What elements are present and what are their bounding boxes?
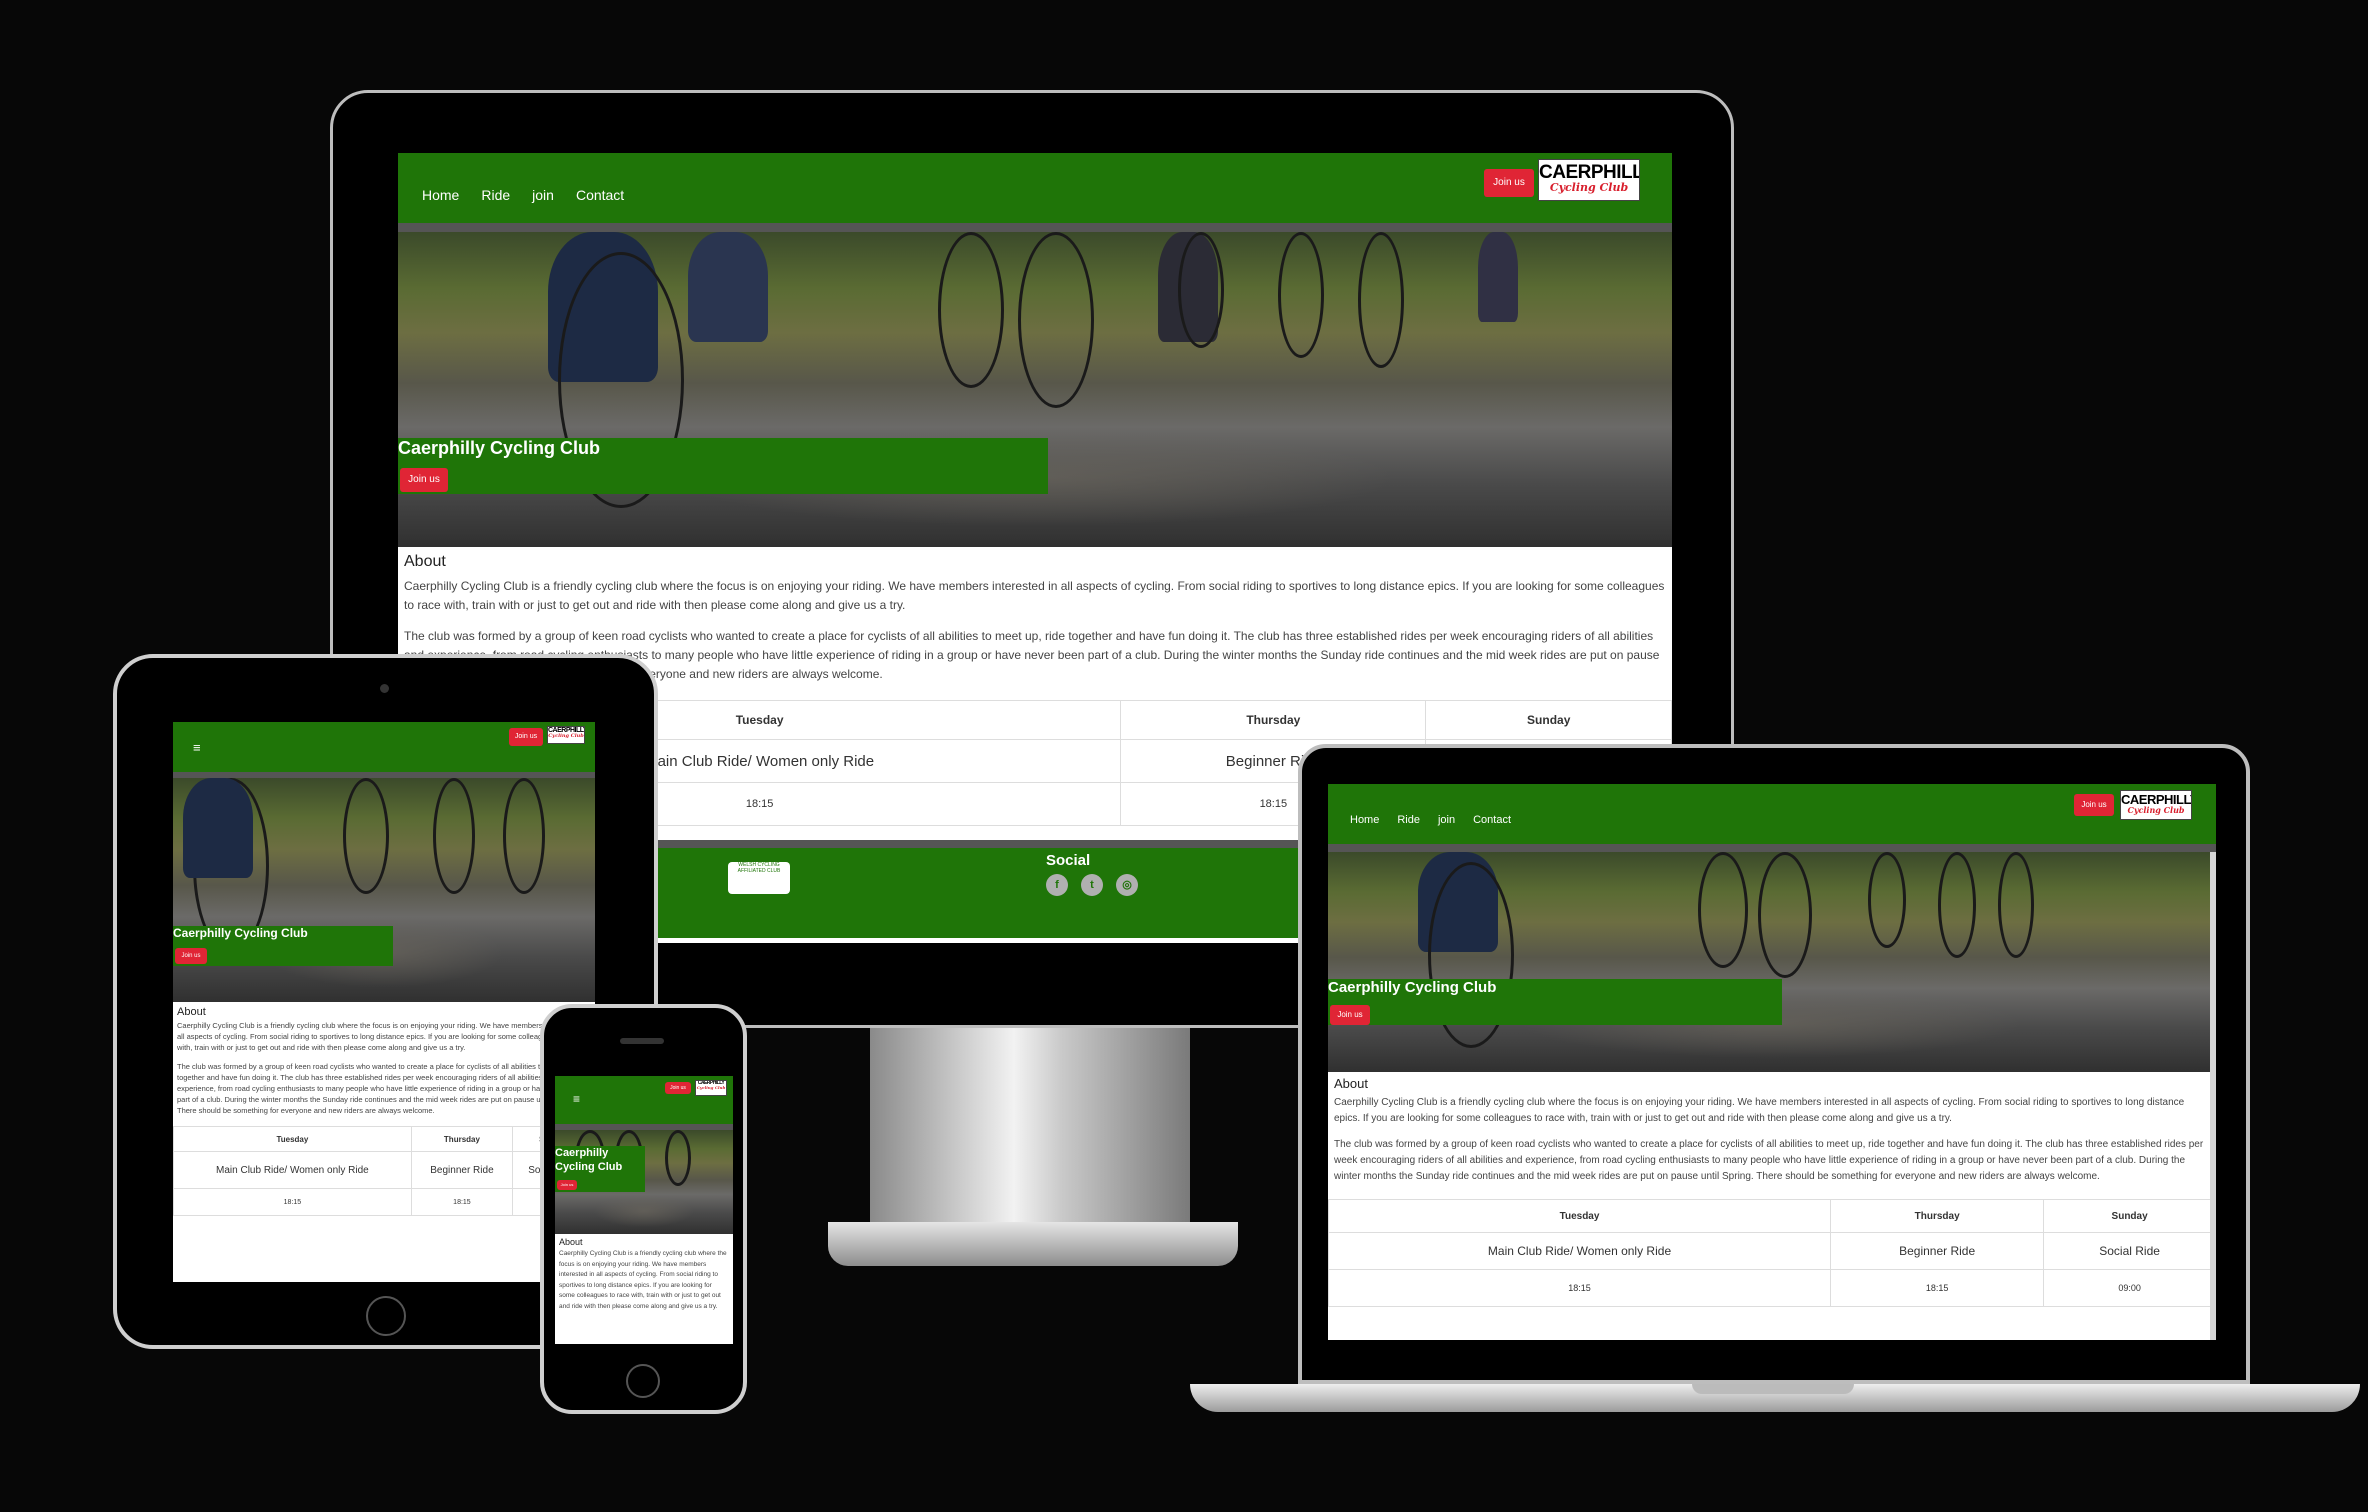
about-section: About Caerphilly Cycling Club is a frien…: [555, 1234, 733, 1312]
ride-time: 18:15: [410, 1188, 514, 1216]
phone-home-button[interactable]: [626, 1364, 660, 1398]
phone-screen: ≡ Join us CAERPHILLY Cycling Club Caerph…: [555, 1076, 733, 1344]
hero-banner: Caerphilly Cycling Club Join us: [173, 778, 595, 1002]
logo-text-sub: Cycling Club: [548, 733, 584, 739]
day-header-sunday: Sunday: [2043, 1199, 2216, 1233]
badge-text: WELSH CYCLING AFFILIATED CLUB: [737, 862, 781, 874]
nav-home-link[interactable]: Home: [422, 187, 459, 203]
hero-join-button[interactable]: Join us: [1330, 1005, 1370, 1025]
hero-banner: Caerphilly Cycling Club Join us: [555, 1130, 733, 1234]
hamburger-menu-icon[interactable]: ≡: [573, 1092, 580, 1106]
about-paragraph-1: Caerphilly Cycling Club is a friendly cy…: [559, 1250, 727, 1310]
hero-title: Caerphilly Cycling Club: [398, 438, 601, 458]
about-heading: About: [404, 553, 446, 570]
about-section: About Caerphilly Cycling Club is a frien…: [1328, 1072, 2216, 1185]
rides-table: Tuesday Thursday Sunday Main Club Ride/ …: [173, 1126, 595, 1216]
hero-title: Caerphilly Cycling Club: [1328, 979, 1497, 996]
nav-join-button[interactable]: Join us: [1484, 169, 1534, 197]
laptop-screen: Home Ride join Contact Join us CAERPHILL…: [1328, 784, 2216, 1340]
about-section: About Caerphilly Cycling Club is a frien…: [173, 1002, 595, 1116]
ride-name: Main Club Ride/ Women only Ride: [173, 1151, 412, 1189]
logo-text-sub: Cycling Club: [696, 1085, 726, 1090]
nav-home-link[interactable]: Home: [1350, 814, 1379, 826]
ride-time: 18:15: [1328, 1269, 1832, 1307]
about-paragraph-1: Caerphilly Cycling Club is a friendly cy…: [404, 579, 1665, 612]
about-paragraph-1: Caerphilly Cycling Club is a friendly cy…: [1334, 1097, 2185, 1124]
tablet-screen: ≡ Join us CAERPHILLY Cycling Club Caerph…: [173, 722, 595, 1282]
hamburger-menu-icon[interactable]: ≡: [193, 740, 201, 755]
nav-ride-link[interactable]: Ride: [1397, 814, 1420, 826]
about-heading: About: [559, 1237, 583, 1247]
monitor-stand-base: [828, 1222, 1238, 1266]
nav-join-button[interactable]: Join us: [665, 1082, 691, 1094]
day-header-thursday: Thursday: [1120, 700, 1427, 740]
about-paragraph-2: The club was formed by a group of keen r…: [177, 1062, 591, 1115]
logo-text-main: CAERPHILLY: [1539, 162, 1639, 183]
nav-join-button[interactable]: Join us: [509, 728, 543, 746]
hero-title: Caerphilly Cycling Club: [555, 1147, 623, 1173]
hero-title: Caerphilly Cycling Club: [173, 926, 308, 940]
day-header-thursday: Thursday: [1830, 1199, 2045, 1233]
twitter-icon[interactable]: t: [1081, 874, 1103, 896]
ride-time: 09:00: [2043, 1269, 2216, 1307]
nav-join-link[interactable]: join: [1438, 814, 1455, 826]
phone-speaker: [620, 1038, 664, 1044]
hero-join-button[interactable]: Join us: [175, 948, 207, 964]
tablet-home-button[interactable]: [366, 1296, 406, 1336]
club-logo[interactable]: CAERPHILLY Cycling Club: [2120, 790, 2192, 820]
nav-contact-link[interactable]: Contact: [576, 187, 624, 203]
about-paragraph-2: The club was formed by a group of keen r…: [1334, 1139, 2204, 1182]
nav-join-link[interactable]: join: [532, 187, 554, 203]
logo-text-sub: Cycling Club: [1549, 181, 1629, 194]
day-header-sunday: Sunday: [1425, 700, 1672, 740]
nav-ride-link[interactable]: Ride: [481, 187, 510, 203]
club-logo[interactable]: CAERPHILLY Cycling Club: [1538, 159, 1640, 201]
ride-name: Beginner Ride: [1830, 1232, 2045, 1270]
navbar: ≡ Join us CAERPHILLY Cycling Club: [173, 722, 595, 778]
hero-banner: Caerphilly Cycling Club Join us: [398, 232, 1672, 547]
scrollbar[interactable]: [2210, 852, 2216, 1340]
monitor-stand-neck: [870, 1028, 1190, 1228]
navbar: Home Ride join Contact Join us CAERPHILL…: [1328, 784, 2216, 852]
about-heading: About: [177, 1006, 206, 1018]
ride-time: 18:15: [173, 1188, 412, 1216]
hero-join-button[interactable]: Join us: [400, 468, 448, 492]
club-logo[interactable]: CAERPHILLY Cycling Club: [695, 1080, 727, 1096]
ride-name: Beginner Ride: [410, 1151, 514, 1189]
tablet-camera: [380, 684, 389, 693]
about-heading: About: [1334, 1076, 1368, 1091]
instagram-icon[interactable]: ◎: [1116, 874, 1138, 896]
facebook-icon[interactable]: f: [1046, 874, 1068, 896]
day-header-thursday: Thursday: [410, 1126, 514, 1152]
navbar: ≡ Join us CAERPHILLY Cycling Club: [555, 1076, 733, 1130]
laptop-trackpad-notch: [1692, 1384, 1854, 1394]
nav-contact-link[interactable]: Contact: [1473, 814, 1511, 826]
logo-text-sub: Cycling Club: [2127, 805, 2185, 815]
welsh-cycling-badge: WELSH CYCLING AFFILIATED CLUB: [728, 862, 790, 894]
ride-name: Social Ride: [2043, 1232, 2216, 1270]
navbar: Home Ride join Contact Join us CAERPHILL…: [398, 153, 1672, 232]
rides-table: Tuesday Thursday Sunday Main Club Ride/ …: [1328, 1199, 2216, 1307]
about-paragraph-1: Caerphilly Cycling Club is a friendly cy…: [177, 1021, 586, 1052]
ride-name: Main Club Ride/ Women only Ride: [1328, 1232, 1832, 1270]
day-header-tuesday: Tuesday: [173, 1126, 412, 1152]
nav-join-button[interactable]: Join us: [2074, 794, 2114, 816]
social-heading: Social: [1046, 852, 1091, 869]
ride-time: 18:15: [1830, 1269, 2045, 1307]
hero-banner: Caerphilly Cycling Club Join us: [1328, 852, 2216, 1072]
hero-join-button[interactable]: Join us: [557, 1180, 577, 1190]
day-header-tuesday: Tuesday: [1328, 1199, 1832, 1233]
club-logo[interactable]: CAERPHILLY Cycling Club: [547, 726, 585, 744]
